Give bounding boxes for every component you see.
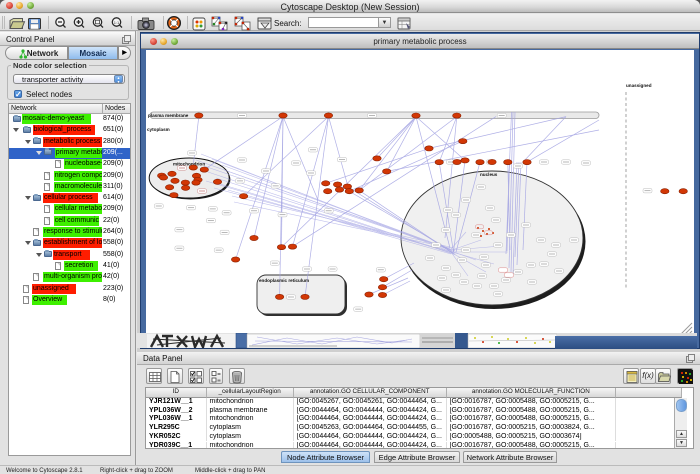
- svg-text:1:1: 1:1: [114, 20, 120, 25]
- svg-text:cytoplasm: cytoplasm: [147, 127, 170, 132]
- svg-text:unassigned: unassigned: [626, 83, 652, 88]
- svg-text:endoplasmic reticulum: endoplasmic reticulum: [259, 278, 309, 283]
- svg-text:plasma membrane: plasma membrane: [148, 113, 189, 118]
- svg-text:mitochondrion: mitochondrion: [173, 162, 205, 167]
- svg-text:nucleus: nucleus: [480, 172, 498, 177]
